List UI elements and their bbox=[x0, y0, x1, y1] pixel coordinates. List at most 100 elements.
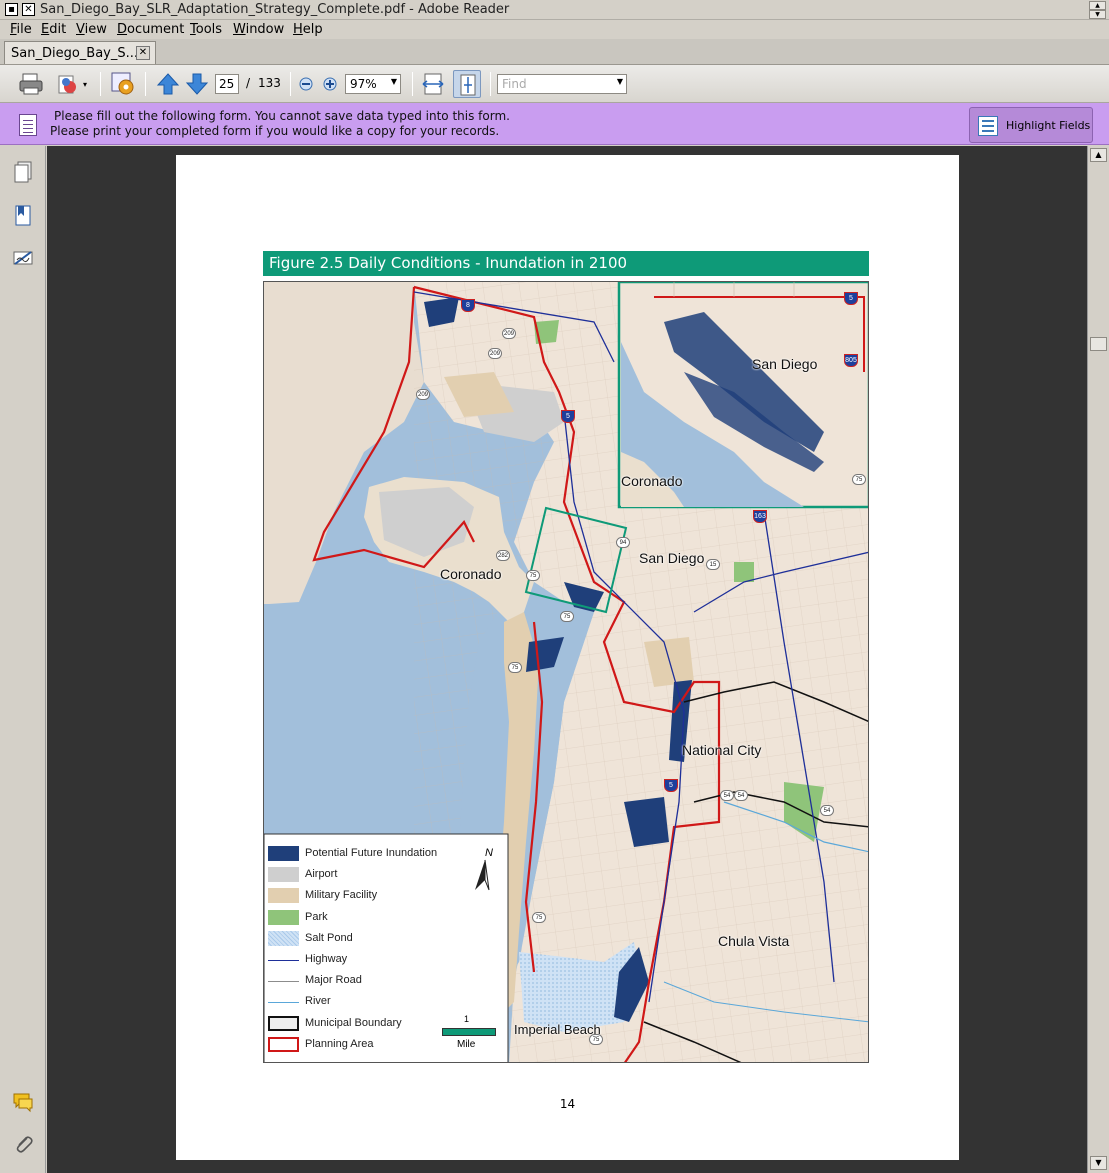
title-scroll-down[interactable]: ▼ bbox=[1089, 10, 1106, 19]
menu-bar: File Edit View Document Tools Window Hel… bbox=[0, 20, 1109, 39]
scale-bar bbox=[442, 1028, 496, 1036]
legend-label: Park bbox=[305, 910, 328, 923]
legend-swatch bbox=[268, 981, 299, 983]
legend-swatch bbox=[268, 846, 299, 861]
form-document-icon bbox=[19, 114, 37, 136]
state-route-shield-icon: 54 bbox=[734, 790, 748, 801]
legend-swatch bbox=[268, 867, 299, 883]
window-menu-button[interactable]: ▪ bbox=[5, 3, 18, 16]
map-label-coronado: Coronado bbox=[440, 566, 502, 582]
interstate-shield-icon: 5 bbox=[844, 292, 858, 305]
toolbar-separator bbox=[490, 72, 491, 96]
interstate-shield-icon: 8 bbox=[461, 299, 475, 312]
legend-swatch bbox=[268, 909, 299, 925]
map-label-inset-san-diego: San Diego bbox=[752, 356, 818, 372]
legend-label: River bbox=[305, 995, 331, 1008]
state-route-shield-icon: 75 bbox=[852, 474, 866, 485]
legend-label: Military Facility bbox=[305, 889, 378, 902]
legend-label: Highway bbox=[305, 953, 348, 965]
fit-page-icon[interactable] bbox=[453, 70, 481, 98]
legend-swatch bbox=[268, 960, 299, 961]
legend-swatch bbox=[268, 888, 299, 904]
find-placeholder: Find bbox=[502, 77, 527, 91]
map-label-chula-vista: Chula Vista bbox=[718, 933, 790, 949]
legend-swatch bbox=[268, 1015, 299, 1031]
window-title: San_Diego_Bay_SLR_Adaptation_Strategy_Co… bbox=[40, 2, 510, 17]
menu-tools[interactable]: Tools bbox=[190, 22, 222, 37]
chevron-down-icon: ▼ bbox=[390, 77, 397, 86]
menu-view[interactable]: View bbox=[76, 22, 107, 37]
find-input[interactable]: Find ▼ bbox=[497, 74, 627, 94]
zoom-select[interactable]: 97% ▼ bbox=[345, 74, 401, 94]
highlight-fields-button[interactable]: Highlight Fields bbox=[969, 107, 1093, 143]
page-number: 14 bbox=[559, 1097, 576, 1111]
menu-window[interactable]: Window bbox=[233, 22, 284, 37]
page-number-input[interactable]: 25 bbox=[215, 74, 239, 94]
svg-text:▾: ▾ bbox=[83, 80, 87, 89]
pages-panel-icon[interactable] bbox=[12, 160, 34, 184]
page-total: 133 bbox=[258, 76, 281, 90]
legend-swatch bbox=[268, 1002, 299, 1004]
chevron-down-icon[interactable]: ▼ bbox=[617, 77, 623, 86]
form-message-line-2: Please print your completed form if you … bbox=[50, 124, 500, 138]
toolbar-separator bbox=[145, 72, 146, 96]
interstate-shield-icon: 5 bbox=[664, 779, 678, 792]
map-label-imperial-beach: Imperial Beach bbox=[514, 1022, 601, 1037]
state-route-shield-icon: 94 bbox=[616, 537, 630, 548]
security-settings-icon[interactable] bbox=[109, 70, 137, 98]
interstate-shield-icon: 805 bbox=[844, 354, 858, 367]
menu-edit[interactable]: Edit bbox=[41, 22, 66, 37]
fit-width-icon[interactable] bbox=[419, 70, 447, 98]
signatures-panel-icon[interactable] bbox=[12, 246, 34, 270]
bookmarks-panel-icon[interactable] bbox=[12, 204, 34, 228]
scroll-up-arrow[interactable]: ▲ bbox=[1090, 148, 1107, 162]
state-route-shield-icon: 75 bbox=[532, 912, 546, 923]
toolbar-separator bbox=[290, 72, 291, 96]
map-label-inset-coronado: Coronado bbox=[621, 473, 683, 489]
previous-page-icon[interactable] bbox=[154, 70, 182, 98]
zoom-in-icon[interactable] bbox=[320, 70, 348, 98]
legend-label: Airport bbox=[305, 868, 338, 881]
comments-icon[interactable] bbox=[12, 1090, 34, 1114]
figure-title: Figure 2.5 Daily Conditions - Inundation… bbox=[269, 254, 628, 272]
legend-label: Planning Area bbox=[305, 1037, 374, 1050]
toolbar: ▾ 25 / 133 97% ▼ Find ▼ bbox=[0, 65, 1109, 103]
navigation-panel bbox=[0, 146, 46, 1173]
scroll-thumb[interactable] bbox=[1090, 337, 1107, 351]
state-route-shield-icon: 209 bbox=[416, 389, 430, 400]
north-arrow-icon: N bbox=[469, 844, 493, 894]
interstate-shield-icon: 5 bbox=[561, 410, 575, 423]
scroll-down-arrow[interactable]: ▼ bbox=[1090, 1156, 1107, 1170]
highlight-fields-label: Highlight Fields bbox=[1006, 119, 1091, 132]
next-page-icon[interactable] bbox=[183, 70, 211, 98]
state-route-shield-icon: 75 bbox=[589, 1034, 603, 1045]
menu-document[interactable]: Document bbox=[117, 22, 184, 37]
share-icon[interactable]: ▾ bbox=[55, 70, 87, 98]
print-icon[interactable] bbox=[17, 70, 45, 98]
legend-label: Potential Future Inundation bbox=[305, 847, 438, 859]
map-figure: San Diego Coronado Coronado San Diego Nation… bbox=[263, 281, 869, 1063]
state-route-shield-icon: 54 bbox=[820, 805, 834, 816]
scale-bar-unit: Mile bbox=[457, 1039, 476, 1050]
toolbar-separator bbox=[412, 72, 413, 96]
vertical-scrollbar[interactable]: ▲ ▼ bbox=[1087, 146, 1109, 1173]
menu-help[interactable]: Help bbox=[293, 22, 323, 37]
menu-file[interactable]: File bbox=[10, 22, 32, 37]
pdf-page: Figure 2.5 Daily Conditions - Inundation… bbox=[176, 155, 959, 1160]
zoom-value: 97% bbox=[350, 77, 377, 91]
window-close-button[interactable]: ✕ bbox=[22, 3, 35, 16]
attachments-icon[interactable] bbox=[12, 1132, 34, 1156]
legend-swatch bbox=[268, 930, 299, 946]
figure-title-bar: Figure 2.5 Daily Conditions - Inundation… bbox=[263, 251, 869, 276]
document-viewer[interactable]: Figure 2.5 Daily Conditions - Inundation… bbox=[47, 146, 1087, 1173]
toolbar-separator bbox=[100, 72, 101, 96]
tab-close-icon[interactable]: ✕ bbox=[136, 46, 150, 60]
title-scroll-up[interactable]: ▲ bbox=[1089, 1, 1106, 10]
document-tab[interactable]: San_Diego_Bay_S... ✕ bbox=[4, 41, 156, 64]
state-route-shield-icon: 75 bbox=[508, 662, 522, 673]
legend-label: Salt Pond bbox=[305, 931, 353, 944]
map-label-san-diego: San Diego bbox=[639, 550, 705, 566]
legend-label: Major Road bbox=[305, 974, 362, 987]
legend-swatch bbox=[268, 1036, 299, 1052]
scale-bar-value: 1 bbox=[464, 1014, 470, 1024]
